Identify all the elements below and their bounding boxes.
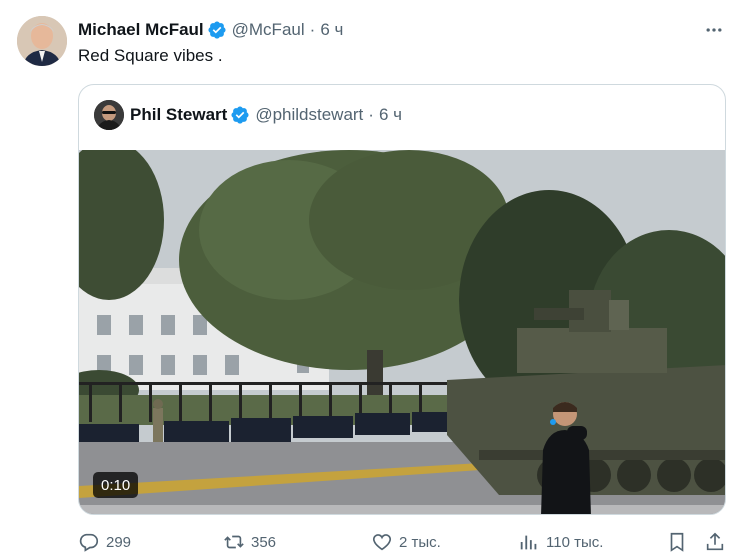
video-frame-image — [79, 150, 725, 514]
share-icon — [706, 532, 724, 551]
share-button[interactable] — [704, 530, 732, 554]
more-options-button[interactable] — [700, 18, 728, 42]
repost-count: 356 — [251, 533, 277, 551]
quoted-author-handle[interactable]: @phildstewart — [255, 105, 363, 125]
author-handle[interactable]: @McFaul — [232, 20, 305, 40]
views-count: 110 тыс. — [546, 533, 604, 551]
repost-icon — [224, 535, 244, 549]
verified-badge-icon[interactable] — [207, 20, 227, 40]
repost-button[interactable]: 356 — [223, 530, 276, 554]
reply-icon — [79, 533, 99, 552]
like-count: 2 тыс. — [399, 533, 441, 551]
tweet-actions-bar: 299 356 2 тыс. 110 тыс. — [78, 530, 730, 554]
tweet-header: Michael McFaul @McFaul · 6 ч — [78, 18, 343, 42]
heart-icon — [372, 534, 392, 551]
quoted-tweet-time[interactable]: 6 ч — [379, 105, 402, 125]
views-button[interactable]: 110 тыс. — [518, 530, 603, 554]
quoted-video[interactable]: 0:10 — [79, 150, 725, 514]
quoted-tweet-card[interactable]: Phil Stewart @phildstewart · 6 ч 0:10 — [78, 84, 726, 515]
tweet-text: Red Square vibes . — [78, 46, 223, 65]
quoted-verified-badge-icon[interactable] — [230, 105, 250, 125]
tweet-time[interactable]: 6 ч — [320, 20, 343, 40]
video-duration-badge: 0:10 — [93, 472, 139, 498]
author-avatar[interactable] — [17, 16, 67, 66]
like-button[interactable]: 2 тыс. — [371, 530, 441, 554]
quoted-author-avatar[interactable] — [94, 100, 124, 130]
analytics-icon — [520, 535, 537, 550]
bookmark-button[interactable] — [666, 530, 694, 554]
reply-count: 299 — [106, 533, 132, 551]
bookmark-icon — [670, 532, 684, 552]
separator-dot: · — [309, 20, 316, 39]
reply-button[interactable]: 299 — [78, 530, 131, 554]
author-name[interactable]: Michael McFaul — [78, 20, 204, 40]
quoted-separator-dot: · — [368, 105, 374, 124]
more-horizontal-icon — [706, 28, 722, 32]
quoted-author-name[interactable]: Phil Stewart — [130, 105, 227, 125]
quoted-tweet-header: Phil Stewart @phildstewart · 6 ч — [94, 99, 402, 131]
